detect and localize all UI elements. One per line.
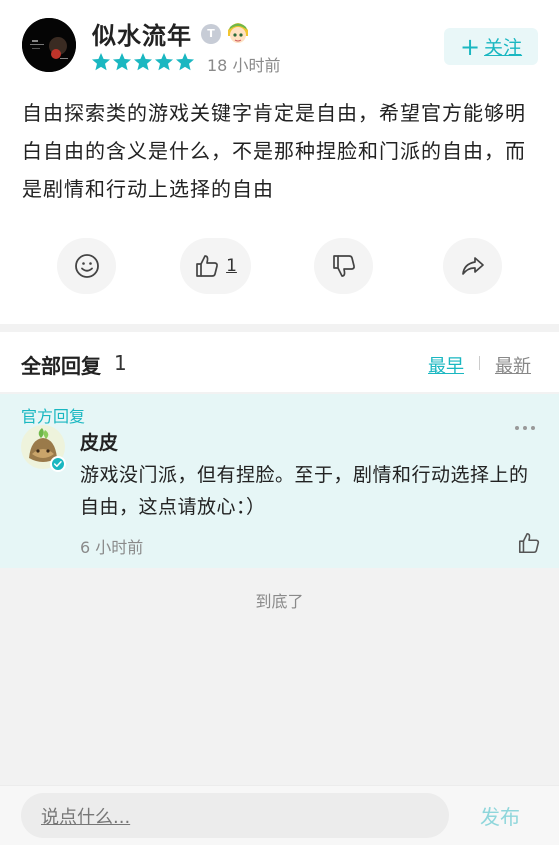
star-icon <box>155 53 173 71</box>
post-card: 似水流年 T 18 小时前 + 关注 自由探索类的游戏关键字肯定是自由，希望官方… <box>0 0 559 324</box>
comment-placeholder: 说点什么... <box>41 806 131 828</box>
star-icon <box>134 53 152 71</box>
character-badge-icon <box>224 18 252 46</box>
reply-author[interactable]: 皮皮 <box>80 428 118 455</box>
publish-button[interactable]: 发布 <box>480 801 520 830</box>
bottom-bar: 说点什么... 发布 <box>0 785 559 845</box>
replies-title: 全部回复 <box>21 354 101 378</box>
follow-button[interactable]: + 关注 <box>444 28 538 65</box>
post-text: 自由探索类的游戏关键字肯定是自由，希望官方能够明白自由的含义是什么，不是那种捏脸… <box>22 101 526 201</box>
post-time: 18 小时前 <box>207 56 281 75</box>
reply-text: 游戏没门派，但有捏脸。至于，剧情和行动选择上的自由，这点请放心：） <box>80 464 529 518</box>
comment-input[interactable]: 说点什么... <box>21 793 449 838</box>
sort-earliest-tab[interactable]: 最早 <box>428 352 464 378</box>
replies-header: 全部回复 1 最早 最新 <box>0 332 559 392</box>
more-icon[interactable] <box>514 424 536 432</box>
follow-label: 关注 <box>484 37 523 59</box>
share-icon <box>461 257 484 275</box>
sort-divider <box>479 356 480 370</box>
like-count: 1 <box>226 256 237 276</box>
star-icon <box>176 53 194 71</box>
share-button[interactable] <box>443 238 502 294</box>
end-of-list-text: 到底了 <box>255 592 304 611</box>
thumbs-up-icon[interactable] <box>517 531 541 555</box>
smiley-icon <box>74 254 99 278</box>
username[interactable]: 似水流年 <box>92 16 192 51</box>
star-icon <box>92 53 110 71</box>
verified-badge-icon <box>50 456 66 472</box>
like-button[interactable]: 1 <box>180 238 251 294</box>
thumbs-down-icon <box>332 255 355 277</box>
dislike-button[interactable] <box>314 238 373 294</box>
plus-icon: + <box>459 32 481 61</box>
level-badge-icon: T <box>201 24 221 44</box>
emoji-button[interactable] <box>57 238 116 294</box>
sort-newest-tab[interactable]: 最新 <box>495 352 531 378</box>
replies-count: 1 <box>114 351 127 375</box>
rating-stars <box>91 52 196 72</box>
reply-time: 6 小时前 <box>80 538 144 557</box>
user-avatar[interactable] <box>22 18 76 72</box>
thumbs-up-icon <box>196 255 219 277</box>
official-reply: 官方回复 皮皮 游戏没门派，但有捏脸。至于，剧情和行动选择上的自由，这点请放心：… <box>0 394 559 568</box>
star-icon <box>113 53 131 71</box>
